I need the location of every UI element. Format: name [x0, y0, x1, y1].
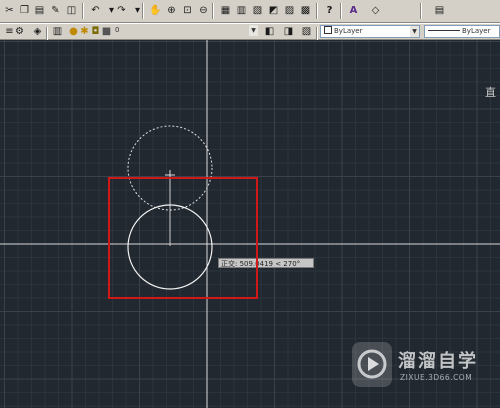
text-style-icon[interactable]: A [346, 3, 361, 18]
layer-states-icon[interactable]: ◈ [30, 25, 45, 39]
zoom-previous-icon[interactable]: ⊖ [196, 3, 211, 18]
layer-name: 0 [115, 26, 120, 34]
linetype-dropdown[interactable]: ByLayer [424, 25, 500, 38]
color-value: ByLayer [334, 27, 363, 35]
help-icon[interactable]: ? [322, 3, 337, 18]
linetype-preview [428, 30, 460, 31]
zoom-window-icon[interactable]: ⊡ [180, 3, 195, 18]
cut-icon[interactable]: ✂ [2, 3, 17, 18]
match-properties-icon[interactable]: ✎ [48, 3, 63, 18]
standard-toolbar: ✂ ❐ ▤ ✎ ◫ ↶ ▾ ↷ ▾ ✋ ⊕ ⊡ ⊖ ▦ ▥ ▧ ◩ ▨ ▩ ? … [0, 0, 500, 23]
watermark-title: 溜溜自学 [398, 351, 478, 372]
properties-icon[interactable]: ▦ [218, 3, 233, 18]
linetype-value: ByLayer [462, 27, 491, 35]
markup-icon[interactable]: ▨ [282, 3, 297, 18]
layer-list-icon[interactable]: ▥ [50, 25, 65, 39]
color-swatch [324, 26, 332, 34]
pan-icon[interactable]: ✋ [148, 3, 163, 18]
dimension-style-icon[interactable]: ◇ [368, 3, 383, 18]
calculator-icon[interactable]: ▩ [298, 3, 313, 18]
layer-previous-icon[interactable]: ◨ [281, 25, 296, 39]
drawing-canvas[interactable]: 直 正交: 50⁠9.0419 < 270° 溜溜自学 ZIXUE.3D66.C… [0, 40, 500, 408]
settings-icon[interactable]: ⚙ [12, 25, 27, 39]
color-dropdown[interactable]: ByLayer ▼ [320, 25, 420, 38]
layer-dropdown-arrow-icon[interactable]: ▼ [249, 25, 258, 36]
watermark-url: ZIXUE.3D66.COM [400, 373, 473, 382]
zoom-realtime-icon[interactable]: ⊕ [164, 3, 179, 18]
sheet-set-icon[interactable]: ◩ [266, 3, 281, 18]
layer-dropdown[interactable]: 0 ▼ [112, 25, 258, 38]
layer-walk-icon[interactable]: ▧ [299, 25, 314, 39]
copy-icon[interactable]: ❐ [17, 3, 32, 18]
undo-icon[interactable]: ↶ [88, 3, 103, 18]
table-style-icon[interactable]: ▤ [432, 3, 447, 18]
watermark-logo [352, 342, 392, 387]
redo-icon[interactable]: ↷ [114, 3, 129, 18]
view-label: 直 [485, 85, 496, 99]
make-current-icon[interactable]: ◧ [262, 25, 277, 39]
red-highlight-box [108, 177, 258, 299]
layers-properties-toolbar: ≡ ⚙ ◈ ▥ ● ✱ ◘ ■ 0 ▼ ◧ ◨ ▧ ByLayer ▼ ByLa… [0, 23, 500, 40]
design-center-icon[interactable]: ▥ [234, 3, 249, 18]
paste-icon[interactable]: ▤ [32, 3, 47, 18]
color-dropdown-arrow-icon[interactable]: ▼ [410, 26, 419, 37]
block-editor-icon[interactable]: ◫ [64, 3, 79, 18]
tool-palettes-icon[interactable]: ▧ [250, 3, 265, 18]
